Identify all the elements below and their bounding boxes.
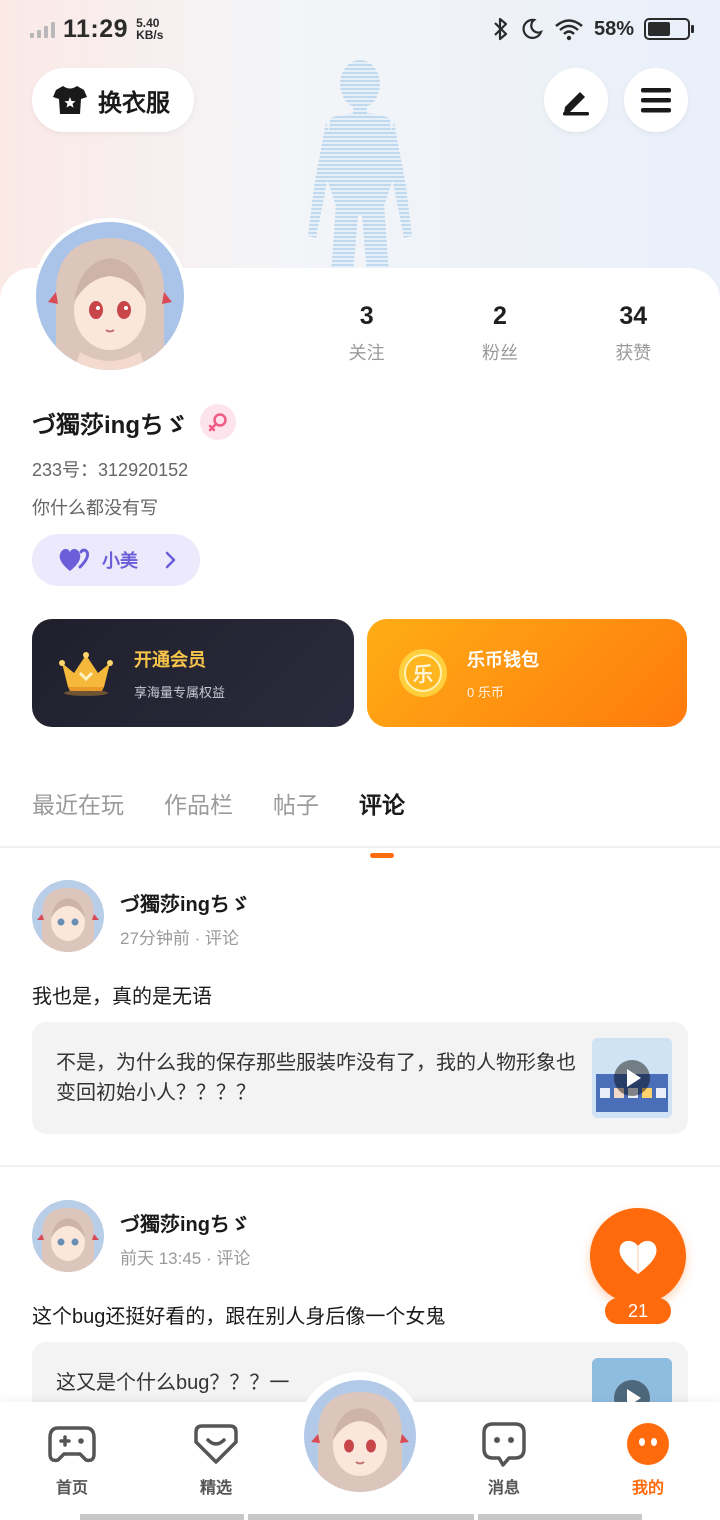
like-button[interactable] bbox=[590, 1208, 686, 1304]
system-nav-indicator bbox=[80, 1514, 244, 1520]
like-count: 21 bbox=[605, 1298, 671, 1324]
stat-value: 3 bbox=[359, 302, 374, 330]
network-speed-unit: KB/s bbox=[136, 28, 164, 42]
chevron-right-icon bbox=[165, 551, 176, 569]
purple-hearts-icon bbox=[59, 548, 90, 571]
nav-label: 精选 bbox=[199, 1480, 232, 1497]
stat-label: 获赞 bbox=[615, 343, 652, 363]
crown-icon bbox=[59, 652, 113, 696]
nav-label: 消息 bbox=[487, 1480, 520, 1497]
tab-recently-played[interactable]: 最近在玩 bbox=[32, 786, 124, 820]
tab-posts[interactable]: 帖子 bbox=[273, 786, 319, 820]
coin-char: 乐 bbox=[413, 662, 433, 686]
quoted-post[interactable]: 不是，为什么我的保存那些服装咋没有了，我的人物形象也变回初始小人？？？？ bbox=[32, 1022, 688, 1134]
video-thumbnail[interactable] bbox=[592, 1038, 672, 1118]
avatar bbox=[304, 1380, 416, 1492]
system-nav-indicator bbox=[248, 1514, 474, 1520]
avatar-image bbox=[36, 222, 184, 370]
vip-membership-card[interactable]: 开通会员 享海量专属权益 bbox=[32, 619, 354, 727]
user-id: 233号：312920152 bbox=[32, 460, 189, 480]
comment-meta: 前天 13:45 · 评论 bbox=[120, 1249, 251, 1268]
hamburger-menu-icon bbox=[641, 88, 671, 113]
stat-label: 粉丝 bbox=[481, 343, 518, 363]
stat-label: 关注 bbox=[348, 343, 385, 363]
stat-followers[interactable]: 2 粉丝 bbox=[433, 302, 566, 365]
pal-tag-label: 小美 bbox=[102, 551, 138, 571]
comment-item[interactable]: づ獨莎ingちゞ 27分钟前 · 评论 我也是，真的是无语 不是，为什么我的保存… bbox=[0, 846, 720, 1166]
nav-featured[interactable]: 精选 bbox=[176, 1420, 256, 1498]
comment-text: 我也是，真的是无语 bbox=[32, 986, 212, 1008]
nav-label: 首页 bbox=[55, 1480, 88, 1497]
profile-tabs: 最近在玩 作品栏 帖子 评论 bbox=[32, 786, 405, 820]
quoted-post-text: 不是，为什么我的保存那些服装咋没有了，我的人物形象也变回初始小人？？？？ bbox=[56, 1052, 576, 1104]
chat-face-icon bbox=[480, 1420, 528, 1468]
edit-profile-button[interactable] bbox=[544, 68, 608, 132]
tab-comments[interactable]: 评论 bbox=[359, 786, 405, 820]
battery-icon bbox=[644, 18, 694, 40]
tshirt-icon bbox=[53, 86, 87, 114]
username-row: づ獨莎ingちゞ bbox=[32, 404, 236, 440]
avatar[interactable] bbox=[32, 880, 104, 952]
stat-following[interactable]: 3 关注 bbox=[300, 302, 433, 365]
female-gender-icon bbox=[200, 404, 236, 440]
avatar[interactable] bbox=[32, 1200, 104, 1272]
heart-box-icon bbox=[192, 1420, 240, 1468]
change-outfit-label: 换衣服 bbox=[98, 89, 170, 117]
bluetooth-icon bbox=[494, 17, 508, 41]
pen-icon bbox=[563, 92, 589, 116]
gamepad-icon bbox=[48, 1420, 96, 1468]
nav-mine[interactable]: 我的 bbox=[608, 1420, 688, 1498]
username: づ獨莎ingちゞ bbox=[32, 411, 188, 439]
nav-messages[interactable]: 消息 bbox=[464, 1420, 544, 1498]
pal-tag-button[interactable]: 小美 bbox=[32, 534, 200, 586]
change-outfit-button[interactable]: 换衣服 bbox=[32, 68, 194, 132]
wifi-icon bbox=[555, 19, 583, 41]
stat-likes[interactable]: 34 获赞 bbox=[567, 302, 700, 365]
avatar[interactable] bbox=[32, 218, 188, 374]
heart-icon bbox=[619, 1240, 657, 1274]
network-speed: 5.40 KB/s bbox=[136, 17, 163, 41]
center-avatar-button[interactable] bbox=[296, 1372, 424, 1500]
comment-username[interactable]: づ獨莎ingちゞ bbox=[120, 888, 250, 917]
comment-username[interactable]: づ獨莎ingちゞ bbox=[120, 1208, 250, 1237]
user-bio[interactable]: 你什么都没有写 bbox=[32, 494, 158, 520]
nav-label: 我的 bbox=[631, 1480, 664, 1497]
nav-home[interactable]: 首页 bbox=[32, 1420, 112, 1498]
character-model-placeholder[interactable] bbox=[300, 56, 420, 286]
vip-title: 开通会员 bbox=[134, 649, 206, 670]
comment-text: 这个bug还挺好看的，跟在别人身后像一个女鬼 bbox=[32, 1306, 446, 1328]
moon-icon bbox=[522, 18, 543, 39]
signal-icon bbox=[30, 20, 55, 38]
wallet-balance: 0 乐币 bbox=[467, 684, 504, 700]
profile-stats: 3 关注 2 粉丝 34 获赞 bbox=[300, 302, 700, 365]
comment-meta: 27分钟前 · 评论 bbox=[120, 929, 240, 948]
profile-face-icon bbox=[624, 1420, 672, 1468]
menu-button[interactable] bbox=[624, 68, 688, 132]
stat-value: 2 bbox=[493, 302, 507, 330]
vip-subtitle: 享海量专属权益 bbox=[134, 684, 226, 700]
system-nav-indicator bbox=[478, 1514, 642, 1520]
coin-icon: 乐 bbox=[399, 649, 447, 697]
status-time: 11:29 bbox=[63, 14, 129, 43]
status-bar: 11:29 5.40 KB/s 58% bbox=[0, 0, 720, 58]
stat-value: 34 bbox=[619, 302, 648, 330]
tab-works[interactable]: 作品栏 bbox=[164, 786, 233, 820]
battery-percent: 58% bbox=[593, 17, 634, 40]
coin-wallet-card[interactable]: 乐 乐币钱包 0 乐币 bbox=[367, 619, 687, 727]
wallet-title: 乐币钱包 bbox=[467, 649, 539, 670]
